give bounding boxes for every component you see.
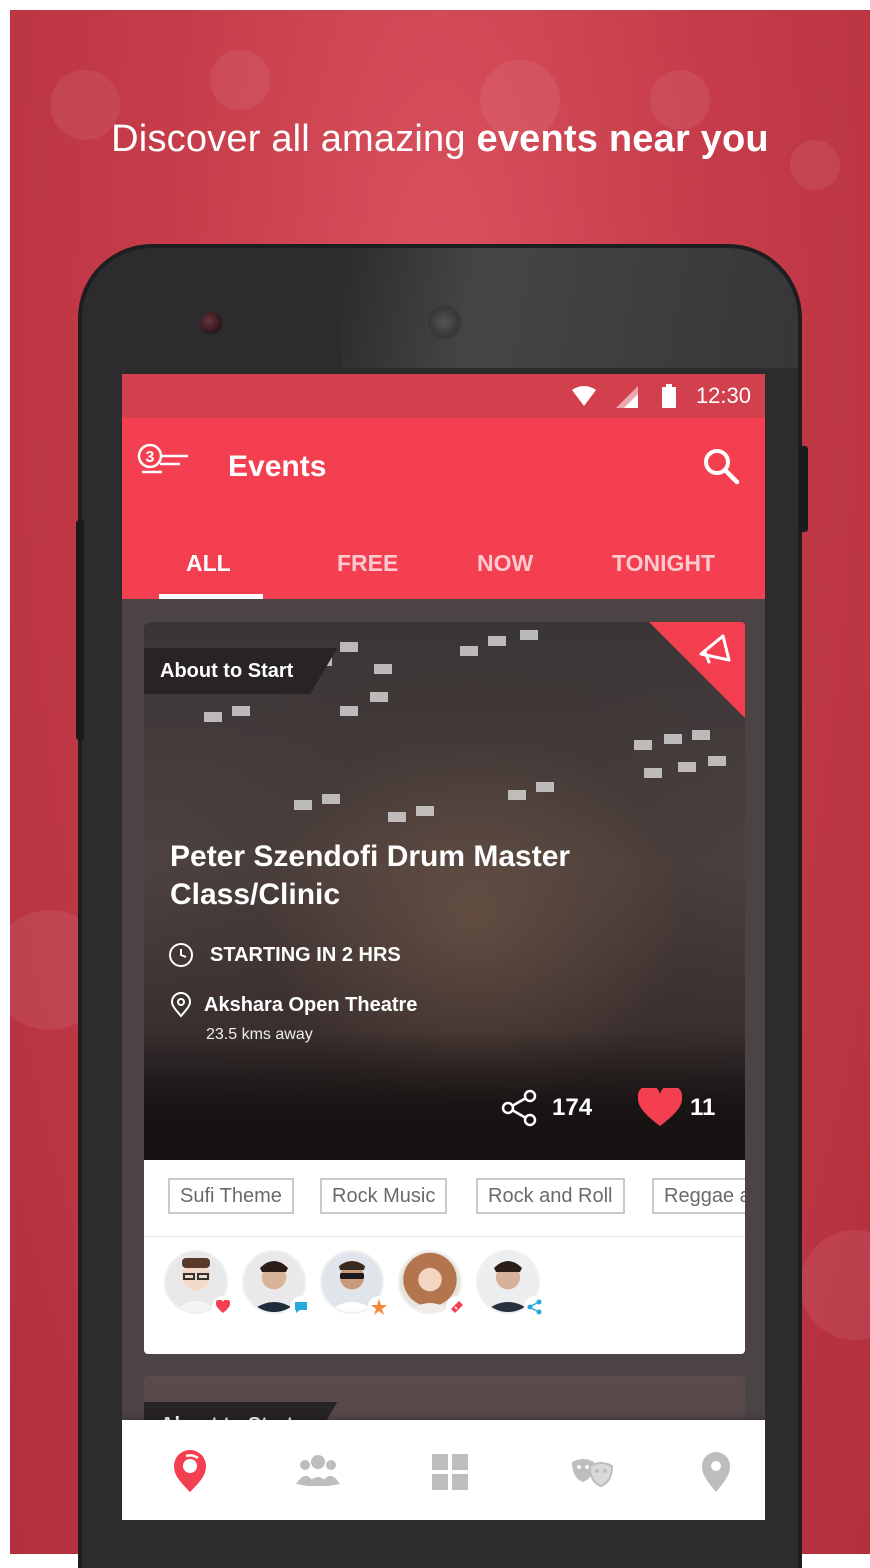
menu-button[interactable]: 3 — [136, 442, 192, 486]
stage-light — [204, 712, 222, 722]
nav-events[interactable] — [166, 1448, 214, 1496]
nav-people[interactable] — [294, 1448, 342, 1496]
heart-icon — [637, 1085, 683, 1126]
stage-light — [508, 790, 526, 800]
wifi-icon — [572, 386, 596, 406]
event-time-text: STARTING IN 2 HRS — [210, 944, 401, 966]
share-icon — [501, 1089, 537, 1127]
stage-light — [340, 642, 358, 652]
event-title: Peter Szendofi Drum Master Class/Clinic — [170, 840, 571, 911]
share-icon — [527, 1299, 542, 1315]
stage-light — [644, 768, 662, 778]
map-pin-icon — [170, 992, 192, 1018]
stage-light — [232, 706, 250, 716]
signal-icon — [616, 386, 638, 408]
power-button — [798, 446, 808, 532]
stage-light — [678, 762, 696, 772]
tab-all[interactable]: ALL — [186, 550, 231, 577]
tag-chip[interactable]: Rock and Roll — [476, 1178, 625, 1214]
status-bar: 12:30 — [122, 374, 765, 418]
attendee-status — [212, 1296, 234, 1318]
like-count: 11 — [690, 1094, 716, 1121]
location-icon — [702, 1452, 730, 1492]
stage-light — [322, 794, 340, 804]
battery-icon — [662, 384, 676, 408]
app-bar: 3 Events ALL FREE NOW TONIGHT — [122, 418, 765, 599]
headline-regular: Discover all amazing — [111, 118, 477, 160]
promote-icon — [699, 634, 731, 664]
tag-chip[interactable]: Rock Music — [320, 1178, 448, 1214]
attendee-status — [446, 1296, 468, 1318]
stage-light — [388, 812, 406, 822]
heart-icon — [216, 1300, 230, 1313]
tag-list: Sufi Theme Rock Music Rock and Roll Regg… — [168, 1178, 745, 1218]
promo-headline: Discover all amazing events near you — [10, 118, 870, 161]
bottom-navigation — [122, 1420, 765, 1520]
event-image: About to Start Peter Szendofi Drum Maste… — [144, 622, 745, 1160]
tab-free[interactable]: FREE — [337, 550, 398, 577]
bokeh-light — [800, 1230, 870, 1340]
volume-button — [76, 520, 84, 740]
menu-badge-count: 3 — [146, 449, 155, 466]
event-card[interactable]: About to Start Peter Szendofi Drum Maste… — [144, 622, 745, 1354]
theatre-masks-icon — [572, 1459, 614, 1488]
tag-chip[interactable]: Reggae a — [652, 1178, 745, 1214]
stage-light — [708, 756, 726, 766]
status-time: 12:30 — [695, 383, 751, 408]
tab-bar: ALL FREE NOW TONIGHT — [122, 528, 765, 599]
earpiece — [426, 304, 462, 340]
stage-light — [664, 734, 682, 744]
tab-now[interactable]: NOW — [477, 550, 533, 577]
like-button[interactable]: 11 — [637, 1085, 715, 1128]
phone-gloss — [342, 248, 798, 368]
event-distance: 23.5 kms away — [206, 1026, 313, 1043]
people-icon — [296, 1455, 340, 1486]
stage-light — [294, 800, 312, 810]
share-button[interactable]: 174 — [500, 1088, 592, 1128]
app-screen: 12:30 3 Events ALL FREE NOW TONIGHT Abou… — [122, 374, 765, 1520]
clock-icon — [169, 943, 193, 967]
stage-light — [460, 646, 478, 656]
comment-icon — [295, 1302, 307, 1313]
stage-light — [692, 730, 710, 740]
search-icon — [704, 449, 740, 485]
grid-icon — [432, 1454, 468, 1490]
attendee-status — [290, 1296, 312, 1318]
stage-light — [634, 740, 652, 750]
tab-active-indicator — [159, 594, 263, 599]
attendee-status — [368, 1296, 390, 1318]
app-title: Events — [228, 450, 327, 483]
events-pin-icon — [174, 1450, 206, 1492]
stage-light — [536, 782, 554, 792]
event-venue-text: Akshara Open Theatre — [204, 994, 418, 1016]
tab-tonight[interactable]: TONIGHT — [612, 550, 715, 577]
attendee-status — [524, 1296, 546, 1318]
nav-categories[interactable] — [426, 1448, 474, 1496]
share-count: 174 — [552, 1094, 593, 1121]
stage-light — [416, 806, 434, 816]
status-badge: About to Start — [144, 648, 338, 694]
stage-light — [488, 636, 506, 646]
ticket-icon — [451, 1301, 463, 1313]
nav-entertainment[interactable] — [568, 1448, 616, 1496]
search-button[interactable] — [701, 446, 741, 486]
stage-light — [340, 706, 358, 716]
tag-chip[interactable]: Sufi Theme — [168, 1178, 294, 1214]
menu-icon: 3 — [137, 443, 188, 474]
stage-light — [520, 630, 538, 640]
bokeh-light — [210, 50, 270, 110]
divider — [144, 1236, 745, 1237]
headline-bold: events near you — [476, 118, 769, 160]
nav-location[interactable] — [692, 1448, 740, 1496]
star-icon — [371, 1299, 387, 1315]
front-camera — [200, 312, 222, 334]
attendee-list — [164, 1250, 724, 1330]
stage-light — [374, 664, 392, 674]
stage-light — [370, 692, 388, 702]
